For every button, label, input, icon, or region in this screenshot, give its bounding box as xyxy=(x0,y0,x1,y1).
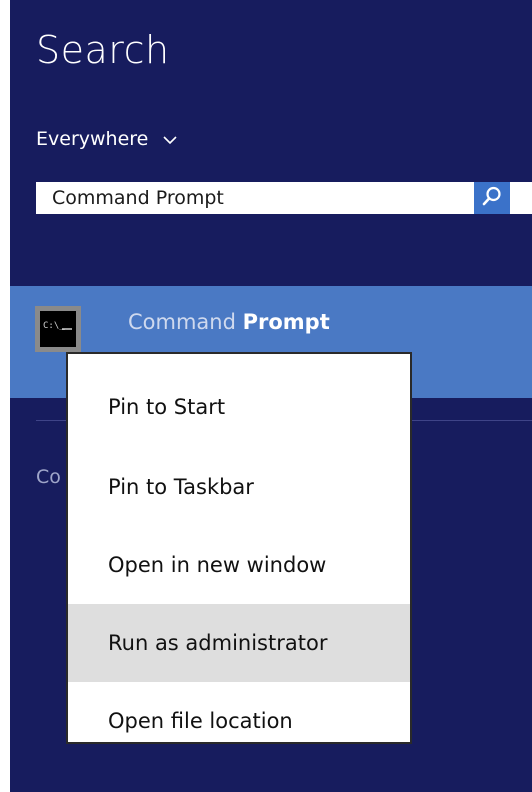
result-name-match: Command xyxy=(128,310,243,334)
menu-item-run-as-administrator[interactable]: Run as administrator xyxy=(68,604,410,682)
chevron-down-icon xyxy=(162,131,178,147)
result-name-remainder: Prompt xyxy=(242,310,330,334)
menu-item-open-file-location[interactable]: Open file location xyxy=(68,682,410,760)
search-title: Search xyxy=(36,28,170,72)
menu-item-pin-to-start[interactable]: Pin to Start xyxy=(68,368,410,446)
search-button[interactable] xyxy=(474,182,510,214)
search-input[interactable] xyxy=(38,184,488,212)
search-icon xyxy=(481,185,503,211)
command-prompt-icon-text: C:\_ xyxy=(43,321,65,331)
menu-item-pin-to-taskbar[interactable]: Pin to Taskbar xyxy=(68,448,410,526)
search-box xyxy=(36,182,532,214)
search-scope-label: Everywhere xyxy=(36,128,149,150)
section-label: Co xyxy=(36,466,61,488)
search-scope-dropdown[interactable]: Everywhere xyxy=(36,124,178,154)
menu-item-open-in-new-window[interactable]: Open in new window xyxy=(68,526,410,604)
command-prompt-icon: C:\_ xyxy=(35,306,81,352)
search-result-name: Command Prompt xyxy=(128,310,330,334)
context-menu: Pin to Start Pin to Taskbar Open in new … xyxy=(66,352,412,744)
